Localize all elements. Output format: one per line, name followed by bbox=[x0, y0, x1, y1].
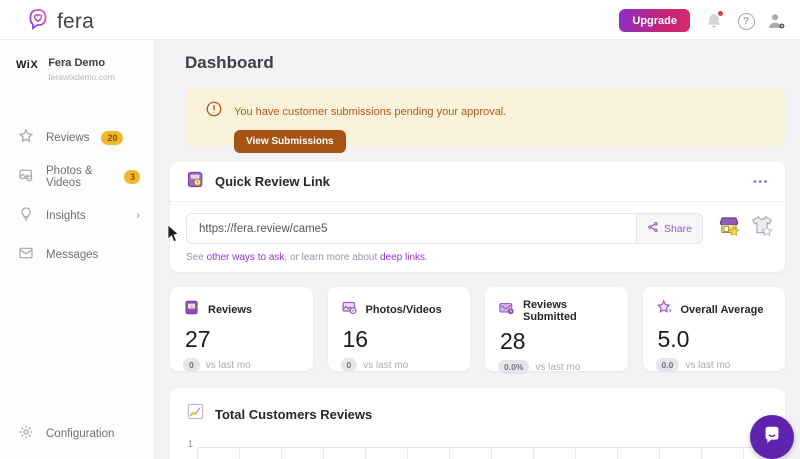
reviews-book-icon bbox=[183, 299, 200, 321]
review-link-input[interactable] bbox=[186, 213, 636, 244]
sidebar-item-label: Configuration bbox=[46, 427, 115, 440]
stat-value: 5.0 bbox=[657, 326, 690, 352]
stat-label: Reviews bbox=[208, 304, 253, 316]
stat-delta-badge: 0.0 bbox=[655, 358, 680, 372]
stat-label: Overall Average bbox=[680, 304, 764, 316]
stat-delta-caption: vs last mo bbox=[363, 359, 409, 371]
warning-icon bbox=[205, 100, 223, 123]
pending-approval-banner: You have customer submissions pending yo… bbox=[185, 88, 785, 153]
stat-label: Photos/Videos bbox=[365, 304, 442, 316]
photos-count-badge: 3 bbox=[124, 169, 140, 184]
stat-delta-badge: 0 bbox=[340, 358, 358, 372]
stat-value: 27 bbox=[185, 326, 211, 352]
fera-logo[interactable]: fera bbox=[26, 7, 94, 36]
stat-value: 16 bbox=[342, 326, 369, 352]
banner-message: You have customer submissions pending yo… bbox=[234, 105, 507, 118]
quick-review-caption: See other ways to ask, or learn more abo… bbox=[186, 252, 428, 263]
sidebar-item-reviews[interactable]: Reviews 20 bbox=[0, 118, 154, 157]
sidebar-item-label: Insights bbox=[46, 209, 86, 222]
card-title: Quick Review Link bbox=[215, 174, 330, 189]
storefront-icon[interactable] bbox=[716, 213, 742, 244]
sidebar: WiX Fera Demo ferawixdemo.com Reviews 20 bbox=[0, 40, 155, 459]
sidebar-item-label: Reviews bbox=[46, 131, 90, 144]
view-submissions-button[interactable]: View Submissions bbox=[234, 130, 346, 153]
deep-links-link[interactable]: deep links bbox=[380, 252, 425, 263]
chat-bubble-icon bbox=[761, 424, 783, 451]
share-button[interactable]: Share bbox=[635, 213, 703, 244]
tshirt-icon[interactable] bbox=[749, 213, 775, 244]
stat-delta-badge: 0.0% bbox=[498, 360, 530, 374]
workspace-domain: ferawixdemo.com bbox=[48, 72, 115, 82]
share-icon bbox=[647, 220, 659, 238]
stat-card-reviews-submitted[interactable]: Reviews Submitted 28 0.0% vs last mo bbox=[485, 287, 628, 374]
main-content: Dashboard You have customer submissions … bbox=[155, 40, 800, 459]
workspace-name: Fera Demo bbox=[48, 57, 106, 69]
stat-value: 28 bbox=[500, 328, 526, 354]
workspace-switcher[interactable]: WiX Fera Demo ferawixdemo.com bbox=[0, 40, 154, 92]
reviews-count-badge: 20 bbox=[101, 130, 124, 145]
stat-delta-badge: 0 bbox=[183, 358, 200, 372]
star-icon bbox=[18, 128, 34, 147]
quick-review-card: Quick Review Link ••• Share bbox=[170, 162, 785, 272]
sidebar-item-messages[interactable]: Messages bbox=[0, 235, 154, 274]
notification-bell-icon[interactable] bbox=[704, 10, 724, 31]
brand-text: fera bbox=[57, 9, 94, 33]
other-ways-link[interactable]: other ways to ask bbox=[207, 252, 285, 263]
stat-delta-caption: vs last mo bbox=[685, 359, 731, 371]
fera-logo-icon bbox=[26, 7, 50, 36]
envelope-icon bbox=[18, 245, 34, 264]
line-chart-icon bbox=[186, 402, 205, 426]
stat-card-photos-videos[interactable]: Photos/Videos 16 0 vs last mo bbox=[327, 287, 470, 372]
quick-review-link-icon bbox=[186, 170, 205, 194]
chart-title: Total Customers Reviews bbox=[215, 406, 373, 422]
stat-label: Reviews Submitted bbox=[523, 299, 577, 323]
stat-delta-caption: vs last mo bbox=[205, 359, 251, 371]
stats-row: Reviews 27 0 vs last mo Photos/Videos 16… bbox=[170, 287, 785, 374]
chat-widget-button[interactable] bbox=[750, 415, 794, 459]
star-purple-icon bbox=[656, 299, 673, 321]
photos-icon bbox=[18, 167, 34, 186]
account-settings-icon[interactable] bbox=[764, 11, 788, 31]
help-icon[interactable]: ? bbox=[736, 11, 756, 31]
sidebar-item-label: Photos & Videos bbox=[46, 164, 93, 189]
y-axis-tick: 1 bbox=[188, 439, 194, 449]
upgrade-button[interactable]: Upgrade bbox=[619, 9, 690, 32]
stat-card-overall-average[interactable]: Overall Average 5.0 0.0 vs last mo bbox=[642, 287, 785, 372]
notification-dot bbox=[717, 10, 724, 17]
envelope-purple-icon bbox=[498, 300, 515, 322]
page-title: Dashboard bbox=[185, 53, 274, 72]
gear-icon bbox=[18, 424, 34, 443]
wix-logo: WiX bbox=[16, 59, 39, 71]
lightbulb-icon bbox=[18, 206, 34, 225]
card-menu-ellipsis-icon[interactable]: ••• bbox=[753, 176, 769, 188]
sidebar-item-photos-videos[interactable]: Photos & Videos 3 bbox=[0, 157, 154, 196]
topbar: fera Upgrade ? bbox=[0, 0, 800, 40]
chart-grid bbox=[197, 447, 785, 459]
total-customers-reviews-card: Total Customers Reviews 1 bbox=[170, 388, 785, 459]
sidebar-item-configuration[interactable]: Configuration bbox=[0, 414, 154, 453]
stat-delta-caption: vs last mo bbox=[535, 361, 581, 373]
sidebar-item-label: Messages bbox=[46, 248, 99, 261]
chevron-right-icon: › bbox=[136, 209, 140, 222]
photos-purple-icon bbox=[341, 299, 358, 321]
sidebar-item-insights[interactable]: Insights › bbox=[0, 196, 154, 235]
stat-card-reviews[interactable]: Reviews 27 0 vs last mo bbox=[170, 287, 313, 372]
